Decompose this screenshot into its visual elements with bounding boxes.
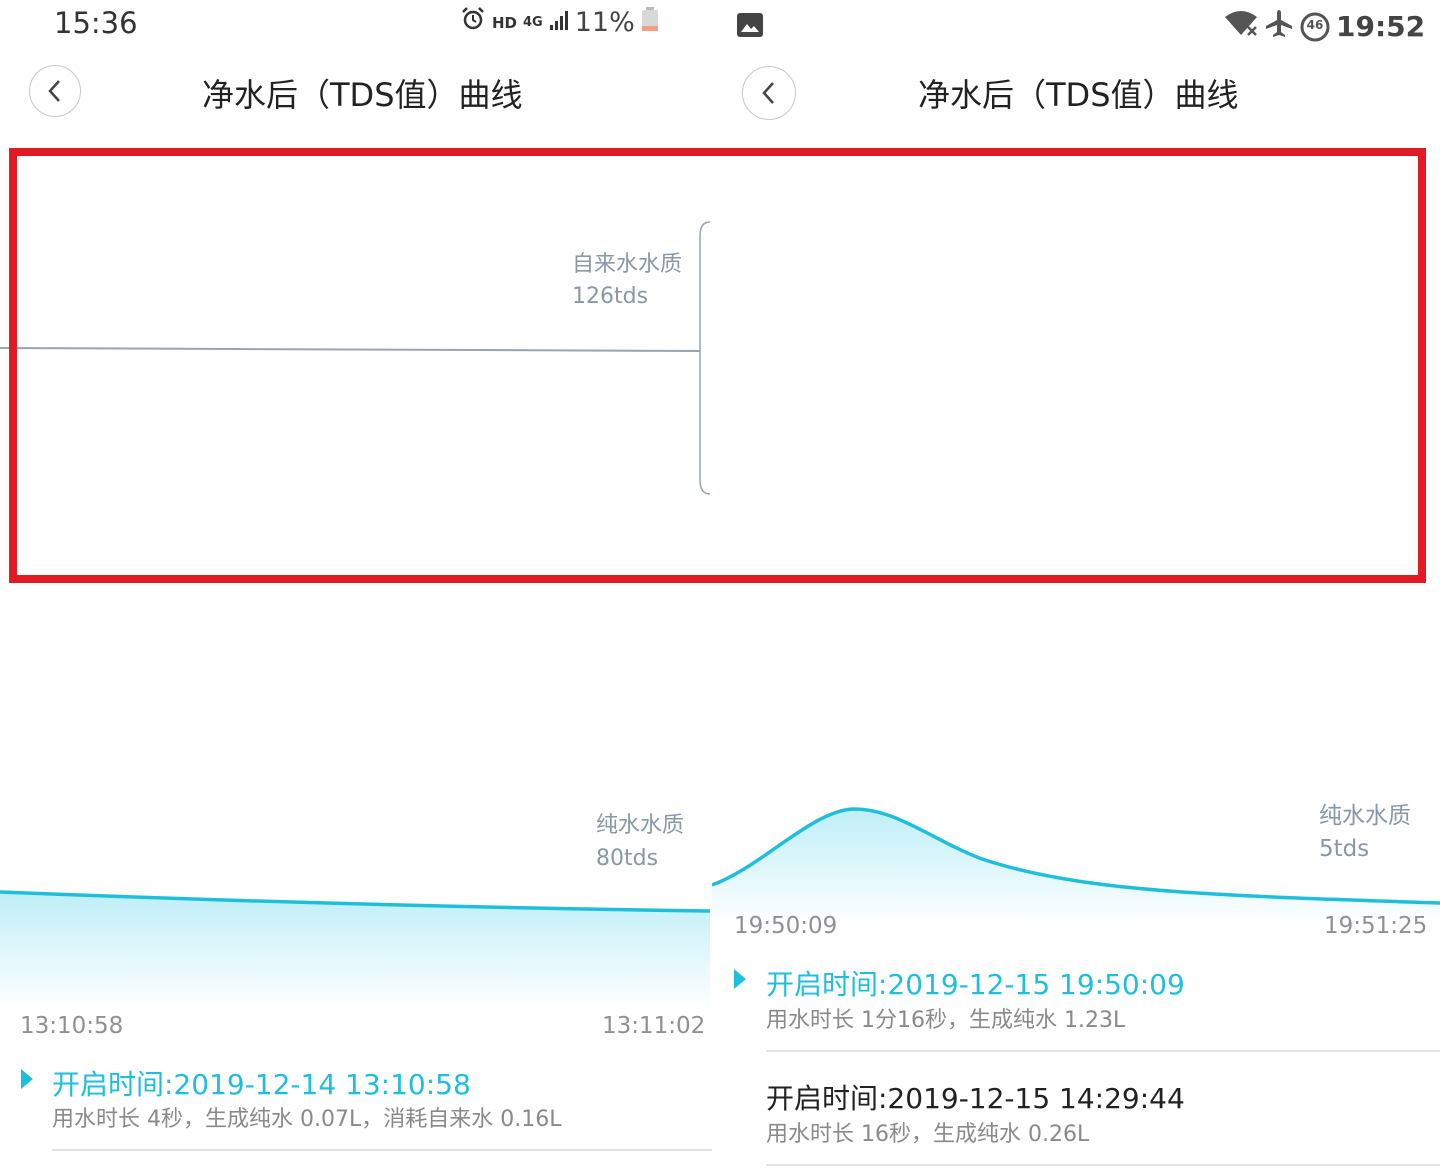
hd-indicator: HD bbox=[492, 13, 518, 32]
page-title: 净水后（TDS值）曲线 bbox=[918, 76, 1239, 114]
list-divider bbox=[52, 1149, 712, 1151]
entry-title: 开启时间:2019-12-15 19:50:09 bbox=[766, 968, 1185, 1001]
chevron-left-icon bbox=[762, 82, 774, 104]
gallery-icon bbox=[736, 12, 764, 42]
chart-time-end: 13:11:02 bbox=[602, 1013, 706, 1039]
chart-time-end: 19:51:25 bbox=[1324, 913, 1428, 939]
battery-icon bbox=[641, 6, 659, 39]
data-usage-icon: 46 bbox=[1300, 12, 1330, 42]
network-type: 4G bbox=[523, 15, 543, 30]
entry-title: 开启时间:2019-12-15 14:29:44 bbox=[766, 1082, 1185, 1115]
back-button[interactable] bbox=[29, 65, 81, 117]
wifi-off-icon bbox=[1224, 9, 1258, 44]
alarm-icon bbox=[460, 6, 486, 39]
page-title: 净水后（TDS值）曲线 bbox=[202, 76, 523, 114]
entry-title: 开启时间:2019-12-14 13:10:58 bbox=[52, 1068, 471, 1101]
data-usage-badge: 46 bbox=[1306, 17, 1324, 32]
status-bar-icons: 46 19:52 bbox=[1224, 8, 1425, 45]
back-button[interactable] bbox=[742, 66, 796, 120]
list-divider bbox=[766, 1050, 1440, 1052]
pure-water-label: 纯水水质 bbox=[596, 813, 685, 838]
list-divider bbox=[766, 1164, 1440, 1166]
status-time: 19:52 bbox=[1336, 10, 1426, 43]
status-time: 15:36 bbox=[54, 6, 138, 40]
battery-percent: 11% bbox=[574, 7, 635, 38]
entry-subtitle: 用水时长 1分16秒，生成纯水 1.23L bbox=[766, 1008, 1126, 1033]
pure-water-curve bbox=[0, 890, 711, 1010]
list-item[interactable]: 开启时间:2019-12-15 14:29:44 用水时长 16秒，生成纯水 0… bbox=[712, 1074, 1440, 1164]
chart-time-start: 13:10:58 bbox=[20, 1013, 124, 1039]
highlight-box bbox=[9, 148, 1426, 583]
list-item[interactable]: 开启时间:2019-12-15 19:50:09 用水时长 1分16秒，生成纯水… bbox=[712, 960, 1440, 1050]
entry-subtitle: 用水时长 4秒，生成纯水 0.07L，消耗自来水 0.16L bbox=[52, 1107, 562, 1132]
pure-water-value: 5tds bbox=[1319, 836, 1370, 862]
play-triangle-icon bbox=[21, 1069, 33, 1089]
pure-water-label: 纯水水质 bbox=[1319, 803, 1411, 829]
chevron-left-icon bbox=[48, 80, 60, 102]
play-triangle-icon bbox=[734, 969, 746, 989]
pure-water-value: 80tds bbox=[596, 846, 659, 871]
signal-icon bbox=[549, 8, 569, 38]
status-bar-icons: HD 4G 11% bbox=[460, 6, 659, 39]
entry-subtitle: 用水时长 16秒，生成纯水 0.26L bbox=[766, 1122, 1090, 1147]
airplane-icon bbox=[1264, 8, 1294, 45]
chart-time-start: 19:50:09 bbox=[734, 913, 838, 939]
list-item[interactable]: 开启时间:2019-12-14 13:10:58 用水时长 4秒，生成纯水 0.… bbox=[0, 1060, 712, 1150]
